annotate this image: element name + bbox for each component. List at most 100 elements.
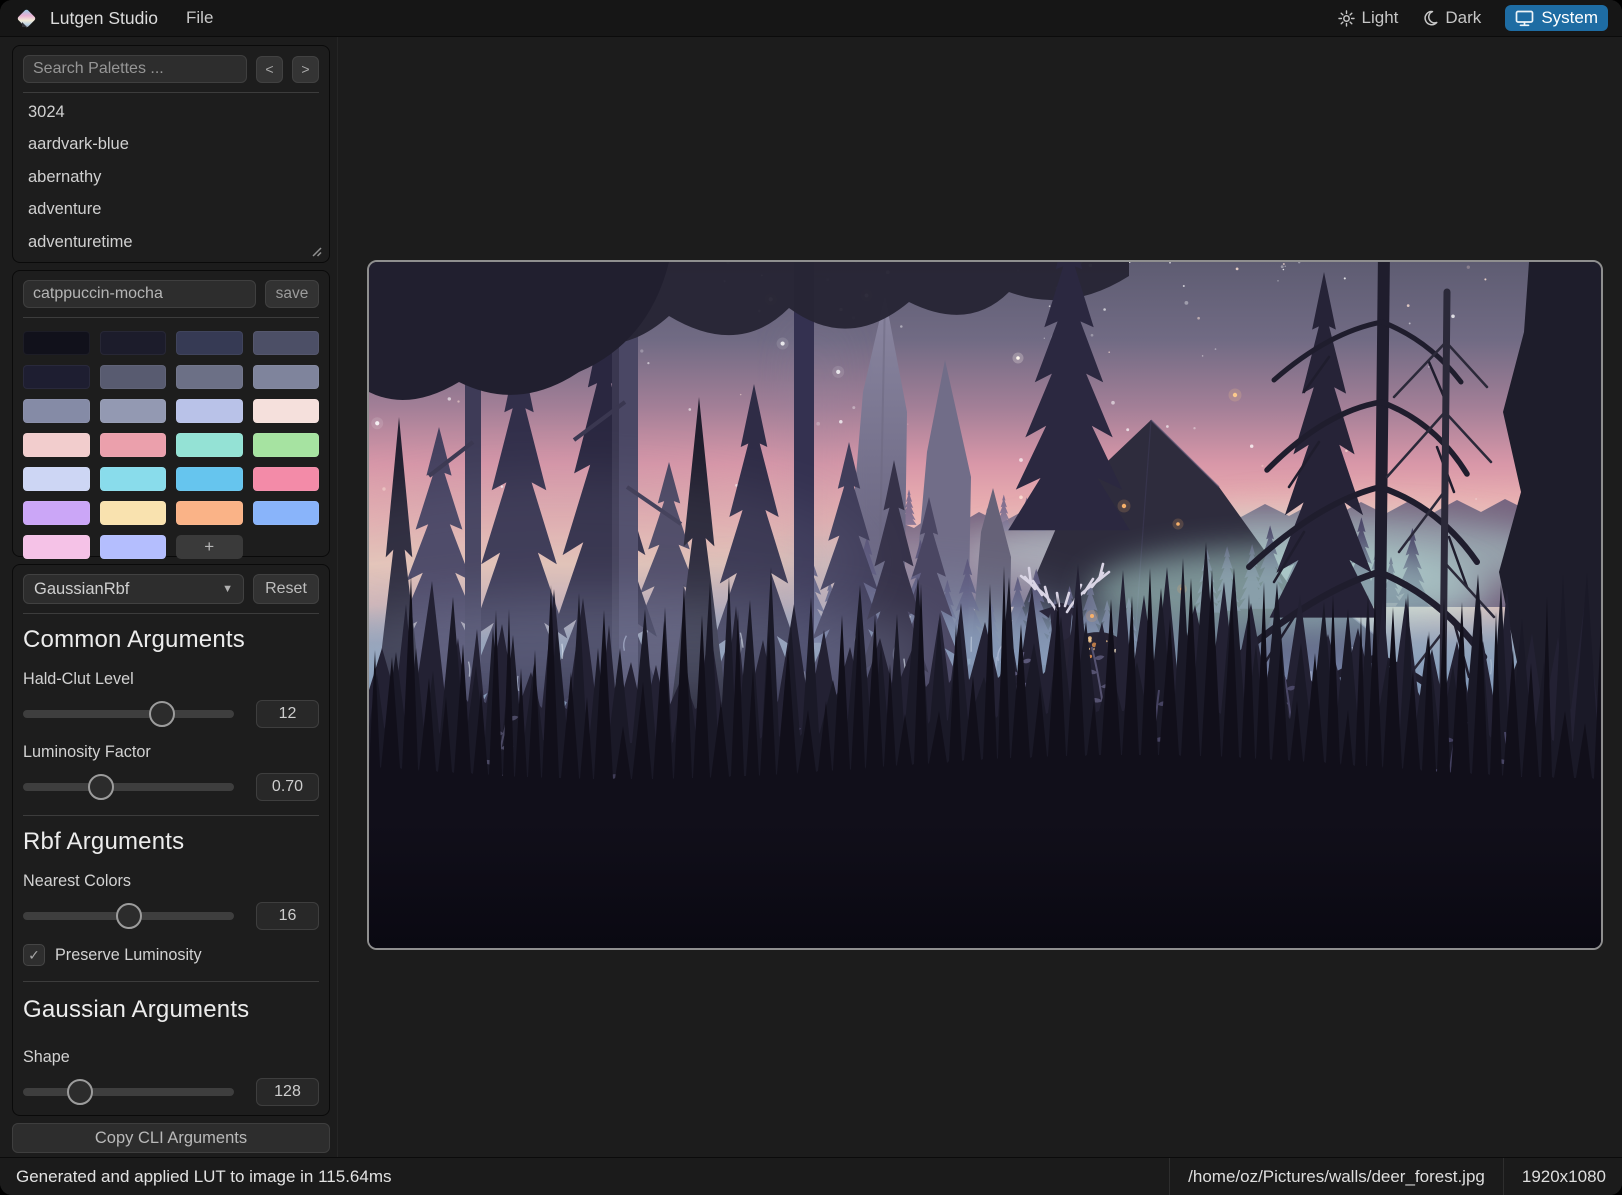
rbf-arguments-heading: Rbf Arguments	[23, 828, 185, 855]
palette-swatch[interactable]	[176, 365, 243, 389]
palette-swatch[interactable]	[23, 501, 90, 525]
palette-list-item[interactable]: 3024	[23, 96, 319, 129]
moon-icon	[1424, 10, 1438, 26]
palette-swatch[interactable]	[176, 331, 243, 355]
palette-swatch[interactable]	[252, 399, 319, 423]
resize-handle[interactable]	[309, 244, 322, 257]
palette-swatch[interactable]	[23, 467, 90, 491]
theme-dark-button[interactable]: Dark	[1422, 8, 1481, 28]
palette-swatch[interactable]	[23, 365, 90, 389]
palette-swatch[interactable]	[252, 501, 319, 525]
luminosity-factor-label: Luminosity Factor	[23, 743, 151, 761]
monitor-icon	[1515, 10, 1534, 26]
theme-light-button[interactable]: Light	[1337, 8, 1399, 28]
slider-thumb[interactable]	[115, 903, 142, 929]
palette-swatch[interactable]	[23, 433, 90, 457]
palette-swatch[interactable]	[99, 501, 166, 525]
palette-swatch[interactable]	[176, 433, 243, 457]
app-logo-icon	[17, 9, 36, 27]
palette-swatch[interactable]	[252, 433, 319, 457]
shape-slider[interactable]	[23, 1079, 234, 1105]
copy-cli-arguments-button[interactable]: Copy CLI Arguments	[12, 1123, 330, 1153]
palette-swatch[interactable]	[99, 365, 166, 389]
palette-swatch[interactable]	[252, 365, 319, 389]
palette-swatch[interactable]	[252, 331, 319, 355]
theme-dark-label: Dark	[1445, 8, 1482, 27]
theme-switcher: Light Dark System	[1337, 5, 1608, 31]
menu-file[interactable]: File	[186, 8, 213, 28]
palette-swatch[interactable]	[176, 501, 243, 525]
app-window: Lutgen Studio File Light Dark System Sea…	[0, 0, 1622, 1195]
palette-list-item[interactable]: adventuretime	[23, 226, 319, 259]
chevron-down-icon: ▼	[222, 583, 233, 595]
palette-list-item[interactable]: adventure	[23, 194, 319, 227]
slider-thumb[interactable]	[66, 1079, 93, 1105]
shape-value[interactable]: 128	[256, 1078, 319, 1106]
top-bar: Lutgen Studio File Light Dark System	[0, 0, 1622, 37]
preserve-luminosity-checkbox[interactable]: ✓ Preserve Luminosity	[23, 944, 319, 966]
theme-system-button[interactable]: System	[1505, 5, 1608, 31]
palette-swatch[interactable]	[23, 331, 90, 355]
image-preview	[367, 260, 1603, 950]
search-palettes-input[interactable]	[23, 55, 247, 83]
palette-editor-panel: save	[12, 270, 330, 559]
palette-list-item[interactable]: abernathy	[23, 161, 319, 194]
preserve-luminosity-label: Preserve Luminosity	[55, 945, 202, 964]
theme-light-label: Light	[1361, 8, 1399, 27]
deer-forest-artwork	[369, 262, 1601, 948]
gaussian-arguments-heading: Gaussian Arguments	[23, 996, 250, 1023]
common-arguments-heading: Common Arguments	[23, 626, 245, 653]
theme-system-label: System	[1541, 8, 1598, 27]
slider-thumb[interactable]	[88, 774, 115, 800]
reset-button[interactable]: Reset	[253, 574, 319, 604]
palette-swatch[interactable]	[99, 467, 166, 491]
divider	[23, 317, 319, 318]
nearest-colors-label: Nearest Colors	[23, 872, 131, 890]
add-color-button[interactable]: +	[176, 535, 243, 559]
sidebar-divider	[337, 37, 338, 1157]
image-resolution: 1920x1080	[1521, 1166, 1606, 1186]
palette-swatch[interactable]	[23, 399, 90, 423]
arguments-panel: GaussianRbf ▼ Reset Common Arguments Hal…	[12, 564, 330, 1116]
palette-swatch[interactable]	[99, 535, 166, 559]
status-bar: Generated and applied LUT to image in 11…	[0, 1157, 1622, 1195]
file-path: /home/oz/Pictures/walls/deer_forest.jpg	[1188, 1166, 1485, 1186]
shape-label: Shape	[23, 1048, 70, 1066]
luminosity-factor-slider[interactable]	[23, 774, 234, 800]
status-separator	[1502, 1158, 1504, 1195]
palette-browser-panel: < > 3024 aardvark-blue abernathy adventu…	[12, 45, 330, 263]
palette-swatch[interactable]	[23, 535, 90, 559]
algorithm-dropdown[interactable]: GaussianRbf ▼	[23, 574, 244, 604]
nearest-colors-slider[interactable]	[23, 903, 234, 929]
prev-page-button[interactable]: <	[256, 55, 283, 83]
hald-clut-value[interactable]: 12	[256, 700, 319, 728]
palette-name-input[interactable]	[23, 280, 256, 308]
next-page-button[interactable]: >	[292, 55, 319, 83]
palette-swatch[interactable]	[99, 433, 166, 457]
sun-icon	[1337, 9, 1355, 27]
palette-swatch[interactable]	[176, 467, 243, 491]
divider	[23, 981, 319, 982]
swatch-grid: +	[23, 331, 319, 559]
status-separator	[1169, 1158, 1171, 1195]
divider	[23, 815, 319, 816]
palette-swatch[interactable]	[252, 467, 319, 491]
divider	[23, 613, 319, 614]
slider-thumb[interactable]	[149, 701, 176, 727]
algorithm-value: GaussianRbf	[34, 579, 130, 598]
palette-swatch[interactable]	[99, 399, 166, 423]
divider	[23, 92, 319, 93]
status-message: Generated and applied LUT to image in 11…	[16, 1166, 392, 1186]
palette-list: 3024 aardvark-blue abernathy adventure a…	[23, 96, 319, 259]
hald-clut-label: Hald-Clut Level	[23, 670, 134, 688]
luminosity-factor-value[interactable]: 0.70	[256, 773, 319, 801]
palette-swatch[interactable]	[99, 331, 166, 355]
palette-swatch[interactable]	[176, 399, 243, 423]
nearest-colors-value[interactable]: 16	[256, 902, 319, 930]
check-icon: ✓	[28, 946, 40, 963]
palette-list-item[interactable]: aardvark-blue	[23, 129, 319, 162]
checkbox-box[interactable]: ✓	[23, 944, 45, 966]
hald-clut-slider[interactable]	[23, 701, 234, 727]
app-title: Lutgen Studio	[50, 7, 159, 28]
save-palette-button[interactable]: save	[265, 280, 319, 308]
